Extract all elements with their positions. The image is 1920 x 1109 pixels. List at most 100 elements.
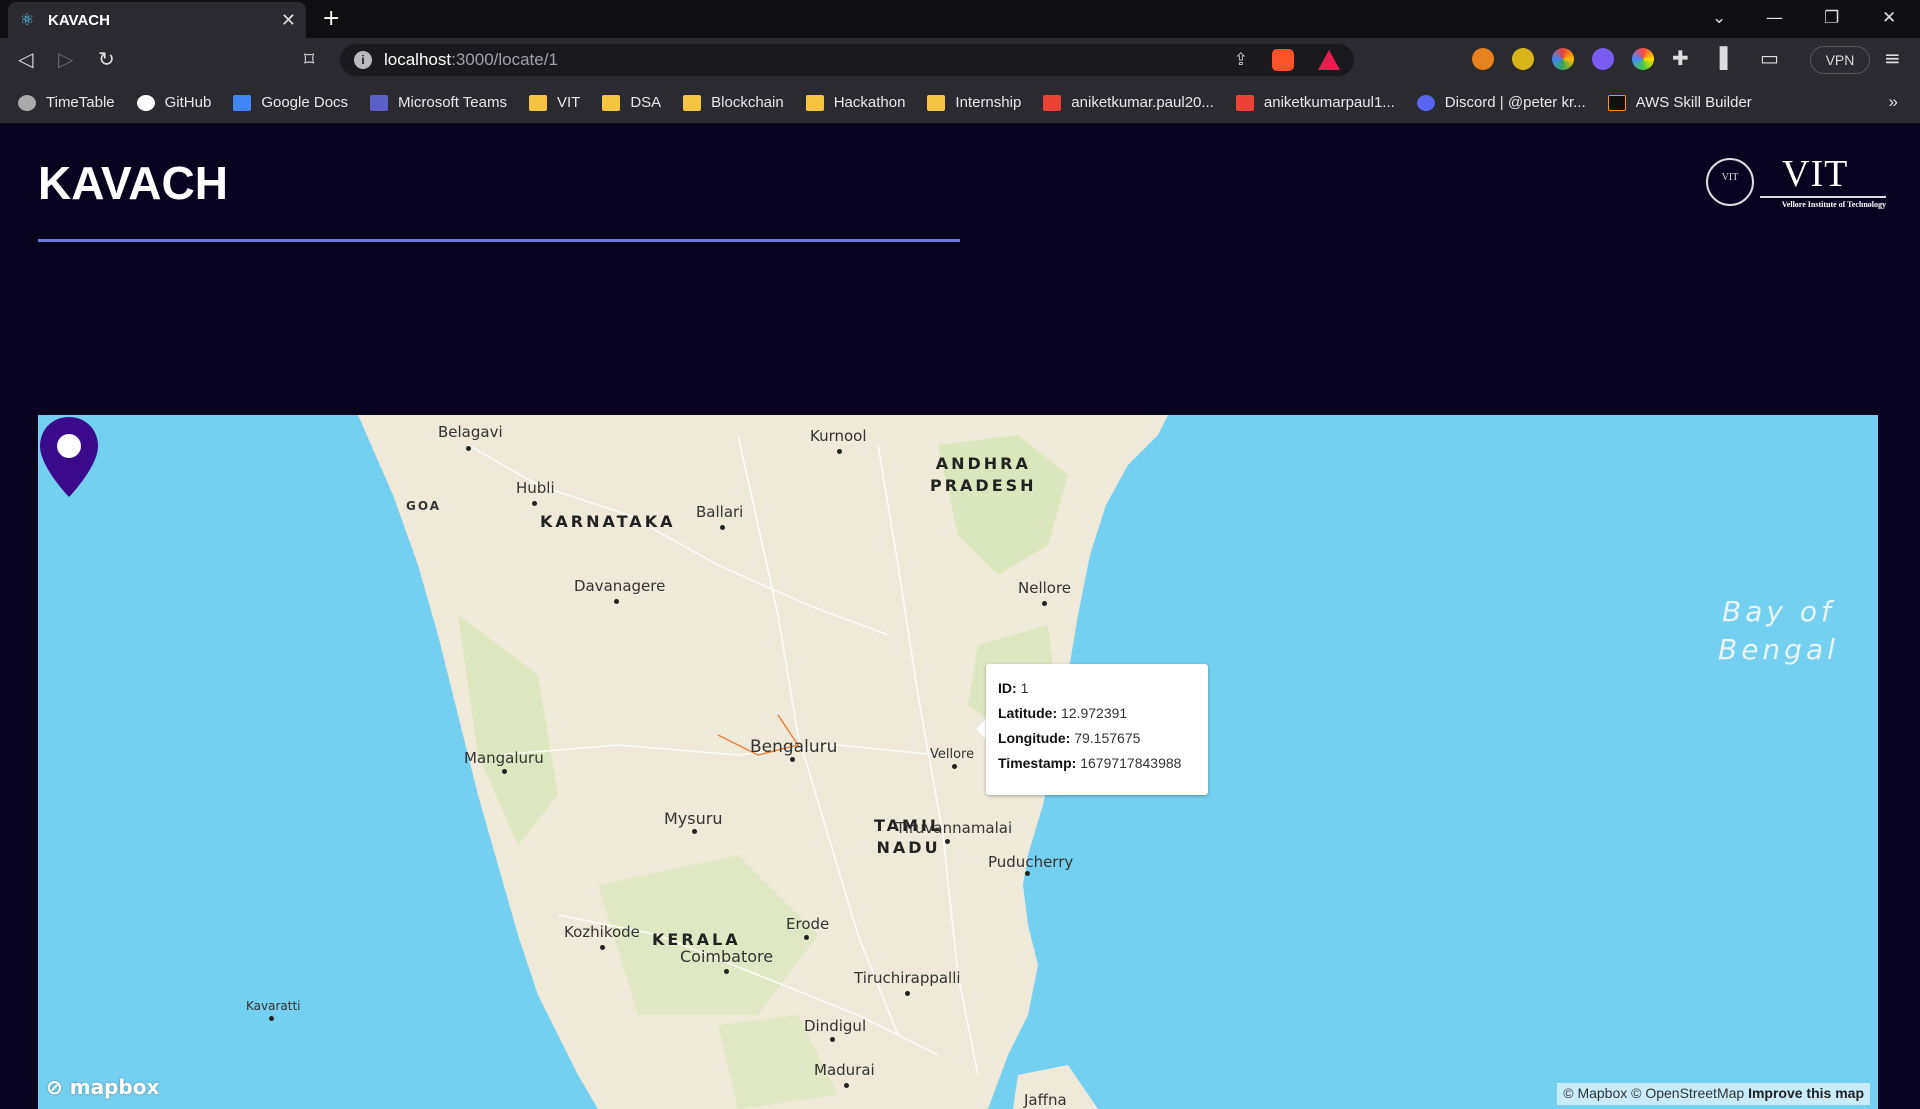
popup-value: 1679717843988	[1080, 755, 1182, 771]
sidebar-icon[interactable]: ▐	[1712, 46, 1727, 70]
wallet-icon[interactable]: ▭	[1760, 46, 1779, 70]
forward-button[interactable]: ▷	[58, 47, 73, 71]
share-icon[interactable]: ⇪	[1234, 50, 1248, 70]
seal-text: VIT	[1721, 172, 1739, 183]
bookmark-vit[interactable]: VIT	[528, 94, 580, 111]
brave-rewards-icon[interactable]	[1318, 50, 1340, 70]
chrome-extension-icon[interactable]	[1552, 48, 1574, 70]
folder-icon	[683, 94, 702, 111]
coin-extension-icon[interactable]	[1512, 48, 1534, 70]
bookmark-label: Discord | @peter kr...	[1444, 94, 1586, 111]
react-icon: ⚛	[19, 10, 35, 29]
bookmark-gmail-2[interactable]: aniketkumarpaul1...	[1235, 94, 1395, 111]
restore-button[interactable]: ❐	[1824, 8, 1839, 28]
city-label: Puducherry	[988, 853, 1074, 871]
ai-extension-icon[interactable]	[1592, 48, 1614, 70]
city-dot	[600, 945, 605, 950]
city-dot	[466, 446, 471, 451]
city-label: Tiruchirappalli	[854, 969, 961, 987]
extensions-icon[interactable]: ✚	[1672, 46, 1689, 70]
city-label: Kavaratti	[246, 999, 301, 1013]
bookmark-label: GitHub	[164, 94, 212, 111]
folder-icon	[528, 94, 547, 111]
bookmark-github[interactable]: GitHub	[136, 94, 212, 111]
city-dot	[724, 969, 729, 974]
mapbox-logo[interactable]: ⊘ mapbox	[46, 1075, 159, 1099]
bookmark-label: aniketkumarpaul1...	[1263, 94, 1395, 111]
city-label: Kurnool	[810, 427, 867, 445]
close-icon[interactable]: ✕	[281, 10, 296, 31]
aws-icon	[1607, 94, 1626, 111]
bookmark-hackathon[interactable]: Hackathon	[805, 94, 905, 111]
teams-icon	[370, 94, 389, 111]
city-label: Belagavi	[438, 423, 503, 441]
close-window-button[interactable]: ✕	[1882, 8, 1896, 28]
state-label-line: NADU	[876, 838, 941, 857]
bookmark-dsa[interactable]: DSA	[602, 94, 661, 111]
menu-icon[interactable]: ≡	[1884, 46, 1901, 70]
popup-row-timestamp: Timestamp: 1679717843988	[998, 751, 1196, 776]
bookmark-internship[interactable]: Internship	[927, 94, 1021, 111]
bookmark-discord[interactable]: Discord | @peter kr...	[1416, 94, 1586, 111]
url-host: localhost	[384, 50, 452, 69]
tab-kavach[interactable]: ⚛ KAVACH ✕	[8, 2, 306, 38]
bookmark-microsoft-teams[interactable]: Microsoft Teams	[370, 94, 507, 111]
city-dot	[614, 599, 619, 604]
tab-search-icon[interactable]: ⌄	[1712, 8, 1726, 28]
vit-wordmark: VIT	[1782, 153, 1849, 195]
city-dot	[945, 839, 950, 844]
popup-label: Latitude:	[998, 705, 1058, 721]
map-canvas[interactable]: KARNATAKA ANDHRA PRADESH TAMIL NADU KERALA…	[38, 415, 1878, 1109]
toolbar: ◁ ▷ ↻ ⌑ i localhost :3000/locate/1 ⇪ ✚ ▐…	[0, 38, 1920, 82]
city-label: Mysuru	[664, 809, 723, 828]
github-icon	[136, 94, 155, 111]
reload-button[interactable]: ↻	[98, 47, 115, 71]
bookmark-google-docs[interactable]: Google Docs	[233, 94, 348, 111]
back-button[interactable]: ◁	[18, 47, 33, 71]
city-dot	[269, 1016, 274, 1021]
address-bar[interactable]: i localhost :3000/locate/1 ⇪	[340, 44, 1354, 76]
new-tab-button[interactable]: +	[322, 6, 340, 31]
popup-row-id: ID: 1	[998, 676, 1196, 701]
folder-icon	[805, 94, 824, 111]
color-extension-icon[interactable]	[1632, 48, 1654, 70]
popup-row-longitude: Longitude: 79.157675	[998, 726, 1196, 751]
bookmark-blockchain[interactable]: Blockchain	[683, 94, 784, 111]
minimize-button[interactable]: —	[1766, 8, 1783, 28]
info-icon[interactable]: i	[354, 51, 372, 69]
bookmark-timetable[interactable]: TimeTable	[18, 94, 115, 111]
brave-shields-icon[interactable]	[1272, 49, 1294, 71]
mapbox-wordmark: mapbox	[69, 1075, 160, 1099]
bookmark-gmail-1[interactable]: aniketkumar.paul20...	[1043, 94, 1214, 111]
map-basemap	[358, 415, 1168, 1109]
more-bookmarks-button[interactable]: »	[1889, 92, 1898, 112]
sea-label-bay-of-bengal: Bay of Bengal	[1718, 593, 1839, 669]
city-dot	[804, 935, 809, 940]
improve-map-link[interactable]: Improve this map	[1748, 1085, 1864, 1101]
bookmark-label: Internship	[955, 94, 1022, 111]
sea-label-line: Bengal	[1718, 633, 1839, 666]
bookmark-aws[interactable]: AWS Skill Builder	[1607, 94, 1752, 111]
metamask-icon[interactable]	[1472, 48, 1494, 70]
folder-icon	[602, 94, 621, 111]
globe-icon	[18, 94, 36, 111]
popup-tip	[976, 719, 986, 739]
gmail-icon	[1043, 94, 1062, 111]
city-label: Tiruvannamalai	[896, 819, 1013, 837]
city-label: Vellore	[930, 747, 975, 762]
browser-chrome: ⚛ KAVACH ✕ + ⌄ — ❐ ✕ ◁ ▷ ↻ ⌑ i localhost…	[0, 0, 1920, 124]
location-popup: ID: 1 Latitude: 12.972391 Longitude: 79.…	[986, 664, 1208, 795]
city-dot	[952, 764, 957, 769]
city-dot	[502, 769, 507, 774]
city-label: Bengaluru	[750, 737, 838, 757]
state-label-andhra-pradesh: ANDHRA PRADESH	[930, 453, 1037, 497]
attribution-text[interactable]: © Mapbox © OpenStreetMap	[1563, 1085, 1744, 1101]
city-dot	[1042, 601, 1047, 606]
city-dot	[830, 1037, 835, 1042]
city-dot	[837, 449, 842, 454]
vpn-button[interactable]: VPN	[1810, 46, 1870, 74]
city-label: Dindigul	[804, 1017, 867, 1035]
bookmark-icon[interactable]: ⌑	[304, 47, 314, 71]
location-pin-icon[interactable]	[38, 415, 100, 499]
state-label-line: ANDHRA	[935, 454, 1031, 473]
